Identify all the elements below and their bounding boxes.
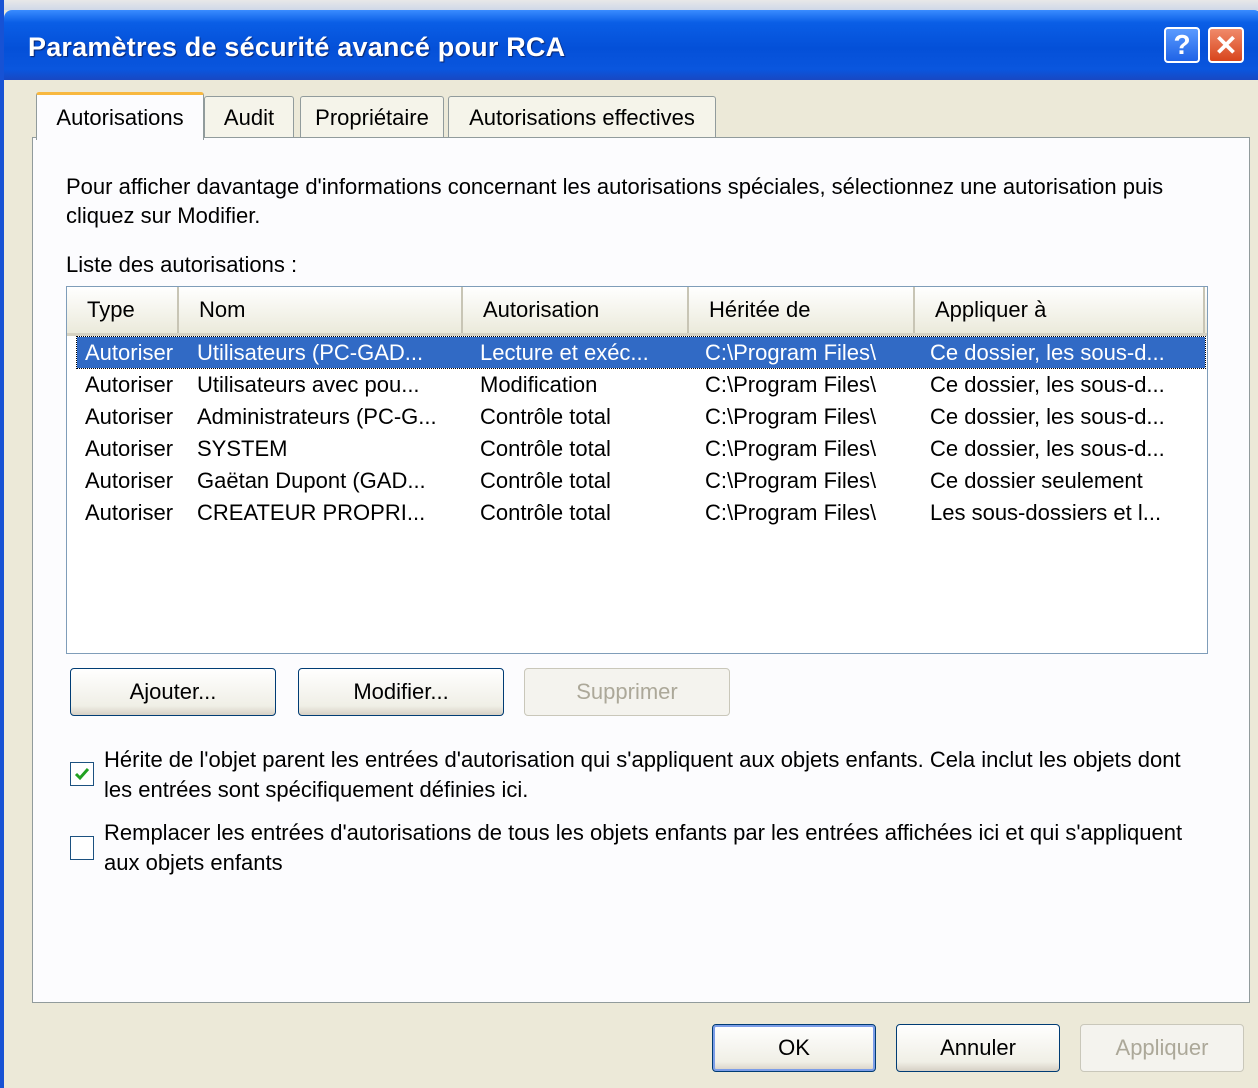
cell-type: Autoriser — [85, 372, 174, 397]
cell-nom: SYSTEM — [197, 436, 288, 461]
permissions-list[interactable]: Type Nom Autorisation Héritée de Appliqu… — [66, 286, 1208, 654]
tab-label: Autorisations effectives — [469, 104, 695, 130]
cell-heritee: C:\Program Files\ — [705, 372, 877, 397]
column-header-appliquer[interactable]: Appliquer à — [915, 287, 1205, 333]
cell-appliquer: Ce dossier seulement — [930, 468, 1143, 493]
cell-type: Autoriser — [85, 340, 174, 365]
security-dialog: Paramètres de sécurité avancé pour RCA ?… — [0, 0, 1258, 1088]
table-row[interactable]: Autoriser CREATEUR PROPRI... Contrôle to… — [77, 497, 1205, 528]
background-strip — [4, 0, 1258, 10]
cell-appliquer: Les sous-dossiers et l... — [930, 500, 1162, 525]
cell-autorisation: Modification — [480, 372, 598, 397]
cell-autorisation: Contrôle total — [480, 500, 611, 525]
close-icon: ✕ — [1214, 29, 1238, 61]
inherit-checkbox[interactable] — [70, 762, 94, 786]
cell-heritee: C:\Program Files\ — [705, 468, 877, 493]
cell-nom: Utilisateurs avec pou... — [197, 372, 420, 397]
cell-type: Autoriser — [85, 468, 174, 493]
description-text: Pour afficher davantage d'informations c… — [66, 174, 1164, 228]
tab-label: Audit — [223, 104, 275, 130]
inherit-label[interactable]: Hérite de l'objet parent les entrées d'a… — [104, 745, 1184, 805]
cell-heritee: C:\Program Files\ — [705, 500, 877, 525]
tab-proprietaire[interactable]: Propriétaire — [300, 96, 444, 138]
table-row[interactable]: Autoriser Gaëtan Dupont (GAD... Contrôle… — [77, 465, 1205, 496]
list-label: Liste des autorisations : — [66, 252, 298, 277]
column-header-autorisation[interactable]: Autorisation — [463, 287, 689, 333]
cell-heritee: C:\Program Files\ — [705, 340, 877, 365]
title-bar[interactable]: Paramètres de sécurité avancé pour RCA ?… — [4, 10, 1258, 80]
cell-nom: Gaëtan Dupont (GAD... — [197, 468, 426, 493]
cell-type: Autoriser — [85, 500, 174, 525]
modify-button[interactable]: Modifier... — [298, 668, 504, 716]
cell-autorisation: Lecture et exéc... — [480, 340, 649, 365]
cell-nom: CREATEUR PROPRI... — [197, 500, 426, 525]
cell-nom: Administrateurs (PC-G... — [197, 404, 437, 429]
column-header-type[interactable]: Type — [67, 287, 179, 333]
cancel-button[interactable]: Annuler — [896, 1024, 1060, 1072]
tab-autorisations[interactable]: Autorisations — [36, 92, 204, 140]
tab-label: Propriétaire — [315, 104, 429, 130]
cell-type: Autoriser — [85, 404, 174, 429]
remove-button[interactable]: Supprimer — [524, 668, 730, 716]
cell-autorisation: Contrôle total — [480, 468, 611, 493]
checkmark-icon — [74, 768, 90, 781]
tab-label: Autorisations — [56, 104, 184, 130]
replace-checkbox[interactable] — [70, 836, 94, 860]
replace-label[interactable]: Remplacer les entrées d'autorisations de… — [104, 818, 1184, 878]
cell-appliquer: Ce dossier, les sous-d... — [930, 404, 1165, 429]
table-row[interactable]: Autoriser Utilisateurs avec pou... Modif… — [77, 369, 1205, 400]
close-button[interactable]: ✕ — [1208, 27, 1244, 63]
table-row[interactable]: Autoriser Utilisateurs (PC-GAD... Lectur… — [76, 336, 1206, 369]
cell-appliquer: Ce dossier, les sous-d... — [930, 372, 1165, 397]
tab-autorisations-effectives[interactable]: Autorisations effectives — [448, 96, 716, 138]
list-header: Type Nom Autorisation Héritée de Appliqu… — [67, 287, 1207, 336]
table-row[interactable]: Autoriser SYSTEM Contrôle total C:\Progr… — [77, 433, 1205, 464]
apply-button[interactable]: Appliquer — [1080, 1024, 1244, 1072]
add-button[interactable]: Ajouter... — [70, 668, 276, 716]
table-row[interactable]: Autoriser Administrateurs (PC-G... Contr… — [77, 401, 1205, 432]
column-header-nom[interactable]: Nom — [179, 287, 463, 333]
help-icon: ? — [1173, 29, 1191, 60]
cell-autorisation: Contrôle total — [480, 436, 611, 461]
cell-heritee: C:\Program Files\ — [705, 404, 877, 429]
window-title: Paramètres de sécurité avancé pour RCA — [28, 32, 566, 62]
cell-appliquer: Ce dossier, les sous-d... — [930, 436, 1165, 461]
ok-button[interactable]: OK — [712, 1024, 876, 1072]
cell-nom: Utilisateurs (PC-GAD... — [197, 340, 424, 365]
column-header-heritee[interactable]: Héritée de — [689, 287, 915, 333]
help-button[interactable]: ? — [1164, 27, 1200, 63]
tab-audit[interactable]: Audit — [204, 96, 294, 138]
cell-type: Autoriser — [85, 436, 174, 461]
cell-heritee: C:\Program Files\ — [705, 436, 877, 461]
cell-appliquer: Ce dossier, les sous-d... — [930, 340, 1165, 365]
cell-autorisation: Contrôle total — [480, 404, 611, 429]
